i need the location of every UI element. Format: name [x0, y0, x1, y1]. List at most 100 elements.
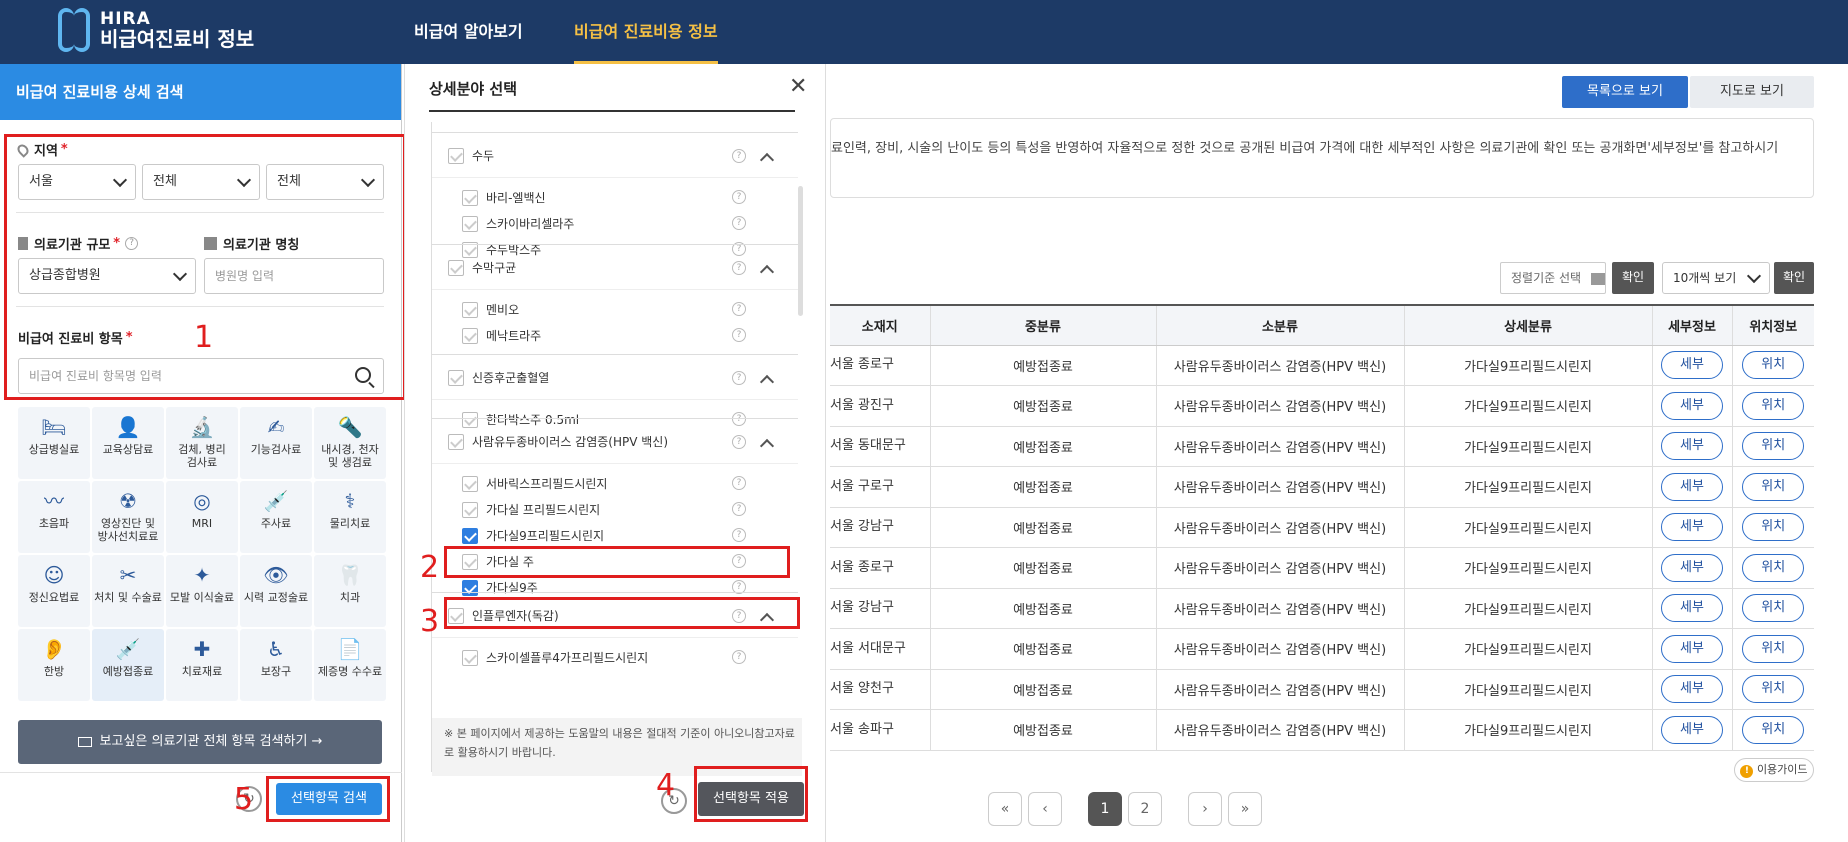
nav-cost-info[interactable]: 비급여 진료비용 정보 [574, 0, 718, 64]
item-checkbox[interactable] [462, 215, 478, 232]
detail-button[interactable]: 세부 [1661, 351, 1723, 380]
field-item[interactable]: 가다실 프리필드시린지 [462, 501, 600, 518]
per-page-confirm-button[interactable]: 확인 [1774, 262, 1814, 294]
sort-select[interactable]: 정렬기준 선택 [1500, 262, 1606, 294]
list-view-button[interactable]: 목록으로 보기 [1562, 76, 1688, 108]
field-item[interactable]: 스카이셀플루4가프리필드시린지 [462, 649, 648, 666]
chevron-up-icon[interactable] [759, 264, 775, 280]
detail-button[interactable]: 세부 [1661, 594, 1723, 623]
field-item[interactable]: 메낙트라주 [462, 327, 541, 344]
search-selected-button[interactable]: 선택항목 검색 [276, 783, 382, 815]
location-button[interactable]: 위치 [1742, 391, 1805, 420]
location-button[interactable]: 위치 [1742, 432, 1805, 461]
location-button[interactable]: 위치 [1742, 472, 1805, 501]
help-icon[interactable]: ? [732, 502, 746, 516]
detail-button[interactable]: 세부 [1661, 513, 1723, 542]
help-icon[interactable]: ? [732, 216, 746, 230]
group-header[interactable]: 수두 [448, 147, 494, 164]
region-dong-select[interactable]: 전체 [266, 164, 384, 200]
sort-confirm-button[interactable]: 확인 [1612, 262, 1654, 294]
page-prev-button[interactable]: ‹ [1028, 792, 1062, 826]
category-item[interactable]: ✚ 치료재료 [166, 629, 238, 701]
category-item[interactable]: 💉 예방접종료 [92, 629, 164, 701]
region-district-select[interactable]: 전체 [142, 164, 260, 200]
group-header[interactable]: 수막구균 [448, 259, 516, 276]
item-checkbox[interactable] [462, 501, 478, 518]
location-button[interactable]: 위치 [1742, 351, 1805, 380]
category-item[interactable]: 🛏 상급병실료 [18, 407, 90, 479]
item-checkbox[interactable] [462, 649, 478, 666]
page-last-button[interactable]: » [1228, 792, 1262, 826]
chevron-up-icon[interactable] [759, 438, 775, 454]
help-icon[interactable]: ? [732, 261, 746, 275]
category-item[interactable]: 👂 한방 [18, 629, 90, 701]
help-icon[interactable]: ? [732, 190, 746, 204]
group-checkbox[interactable] [448, 369, 464, 386]
group-checkbox[interactable] [448, 259, 464, 276]
category-item[interactable]: ☢ 영상진단 및 방사선치료료 [92, 481, 164, 553]
region-city-select[interactable]: 서울 [18, 164, 136, 200]
chevron-up-icon[interactable] [759, 152, 775, 168]
group-header[interactable]: 사람유두종바이러스 감염증(HPV 백신) [448, 433, 668, 450]
usage-guide-button[interactable]: ! 이용가이드 [1734, 758, 1814, 782]
category-item[interactable]: ☺ 정신요법료 [18, 555, 90, 627]
category-item[interactable]: 👁 시력 교정술료 [240, 555, 312, 627]
item-checkbox[interactable] [462, 189, 478, 206]
detail-button[interactable]: 세부 [1661, 715, 1723, 744]
item-checkbox[interactable] [462, 475, 478, 492]
hospital-name-input[interactable]: 병원명 입력 [204, 258, 384, 294]
category-item[interactable]: ✍ 기능검사료 [240, 407, 312, 479]
help-icon[interactable]: ? [732, 328, 746, 342]
map-view-button[interactable]: 지도로 보기 [1690, 76, 1814, 108]
item-checkbox[interactable] [462, 527, 478, 544]
help-icon[interactable]: ? [732, 435, 746, 449]
field-item[interactable]: 멘비오 [462, 301, 519, 318]
detail-button[interactable]: 세부 [1661, 634, 1723, 663]
scale-select[interactable]: 상급종합병원 [18, 258, 196, 294]
page-first-button[interactable]: « [988, 792, 1022, 826]
location-button[interactable]: 위치 [1742, 634, 1805, 663]
field-tree[interactable]: 수두? 바리-엘백신? 스카이바리셀라주? 수두박스주? 수막구균? 멘비오? 메낙트라주?… [431, 122, 805, 772]
category-item[interactable]: ⚕ 물리치료 [314, 481, 386, 553]
group-header[interactable]: 신증후군출혈열 [448, 369, 549, 386]
location-button[interactable]: 위치 [1742, 675, 1805, 704]
apply-selected-button[interactable]: 선택항목 적용 [698, 782, 804, 816]
detail-button[interactable]: 세부 [1661, 432, 1723, 461]
category-item[interactable]: ✦ 모발 이식술료 [166, 555, 238, 627]
category-item[interactable]: 💉 주사료 [240, 481, 312, 553]
field-item[interactable]: 스카이바리셀라주 [462, 215, 574, 232]
location-button[interactable]: 위치 [1742, 715, 1805, 744]
page-1-button[interactable]: 1 [1088, 792, 1122, 826]
category-item[interactable]: 🦷 치과 [314, 555, 386, 627]
page-2-button[interactable]: 2 [1128, 792, 1162, 826]
location-button[interactable]: 위치 [1742, 553, 1805, 582]
detail-button[interactable]: 세부 [1661, 472, 1723, 501]
group-checkbox[interactable] [448, 433, 464, 450]
category-item[interactable]: 📄 제증명 수수료 [314, 629, 386, 701]
detail-button[interactable]: 세부 [1661, 675, 1723, 704]
page-next-button[interactable]: › [1188, 792, 1222, 826]
category-item[interactable]: 🔬 검체, 병리 검사료 [166, 407, 238, 479]
per-page-select[interactable]: 10개씩 보기 [1662, 262, 1770, 294]
help-icon[interactable]: ? [732, 371, 746, 385]
hira-logo[interactable]: HIRA 비급여진료비 정보 [58, 8, 254, 52]
search-icon[interactable] [355, 367, 371, 383]
close-icon[interactable]: ✕ [789, 74, 807, 99]
help-icon[interactable]: ? [732, 476, 746, 490]
category-item[interactable]: ♿ 보장구 [240, 629, 312, 701]
category-item[interactable]: 〰 초음파 [18, 481, 90, 553]
help-icon[interactable]: ? [732, 650, 746, 664]
detail-button[interactable]: 세부 [1661, 391, 1723, 420]
category-item[interactable]: 🔦 내시경, 천자 및 생검료 [314, 407, 386, 479]
item-checkbox[interactable] [462, 301, 478, 318]
scrollbar[interactable] [798, 186, 803, 316]
group-checkbox[interactable] [448, 147, 464, 164]
field-item[interactable]: 가다실9프리필드시린지 [462, 527, 604, 544]
help-icon[interactable]: ? [732, 528, 746, 542]
category-item[interactable]: ✂ 처치 및 수술료 [92, 555, 164, 627]
detail-button[interactable]: 세부 [1661, 553, 1723, 582]
search-all-items-button[interactable]: 보고싶은 의료기관 전체 항목 검색하기 → [18, 720, 382, 764]
location-button[interactable]: 위치 [1742, 513, 1805, 542]
help-icon[interactable]: ? [732, 149, 746, 163]
help-icon[interactable]: ? [125, 237, 139, 250]
